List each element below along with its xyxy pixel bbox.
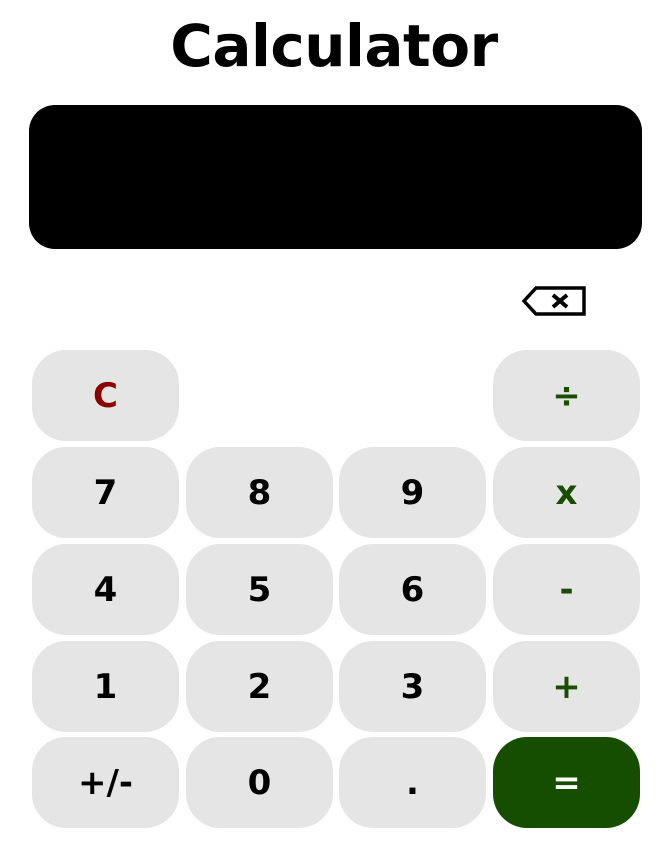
subtract-button[interactable]: - [493, 544, 640, 635]
digit-8-button[interactable]: 8 [186, 447, 333, 538]
digit-6-button[interactable]: 6 [339, 544, 486, 635]
digit-9-button[interactable]: 9 [339, 447, 486, 538]
divide-button[interactable]: ÷ [493, 350, 640, 441]
digit-7-button[interactable]: 7 [32, 447, 179, 538]
keypad: C ÷ 7 8 9 x 4 5 6 - 1 2 3 + +/- 0 . = [32, 350, 640, 828]
digit-3-button[interactable]: 3 [339, 641, 486, 732]
backspace-icon [522, 286, 586, 316]
equals-button[interactable]: = [493, 737, 640, 828]
digit-2-button[interactable]: 2 [186, 641, 333, 732]
backspace-button[interactable] [522, 284, 588, 318]
add-button[interactable]: + [493, 641, 640, 732]
multiply-button[interactable]: x [493, 447, 640, 538]
clear-button[interactable]: C [32, 350, 179, 441]
negate-button[interactable]: +/- [32, 737, 179, 828]
digit-5-button[interactable]: 5 [186, 544, 333, 635]
calculator-display [29, 105, 642, 249]
page-title: Calculator [170, 12, 498, 80]
decimal-button[interactable]: . [339, 737, 486, 828]
digit-1-button[interactable]: 1 [32, 641, 179, 732]
digit-0-button[interactable]: 0 [186, 737, 333, 828]
digit-4-button[interactable]: 4 [32, 544, 179, 635]
